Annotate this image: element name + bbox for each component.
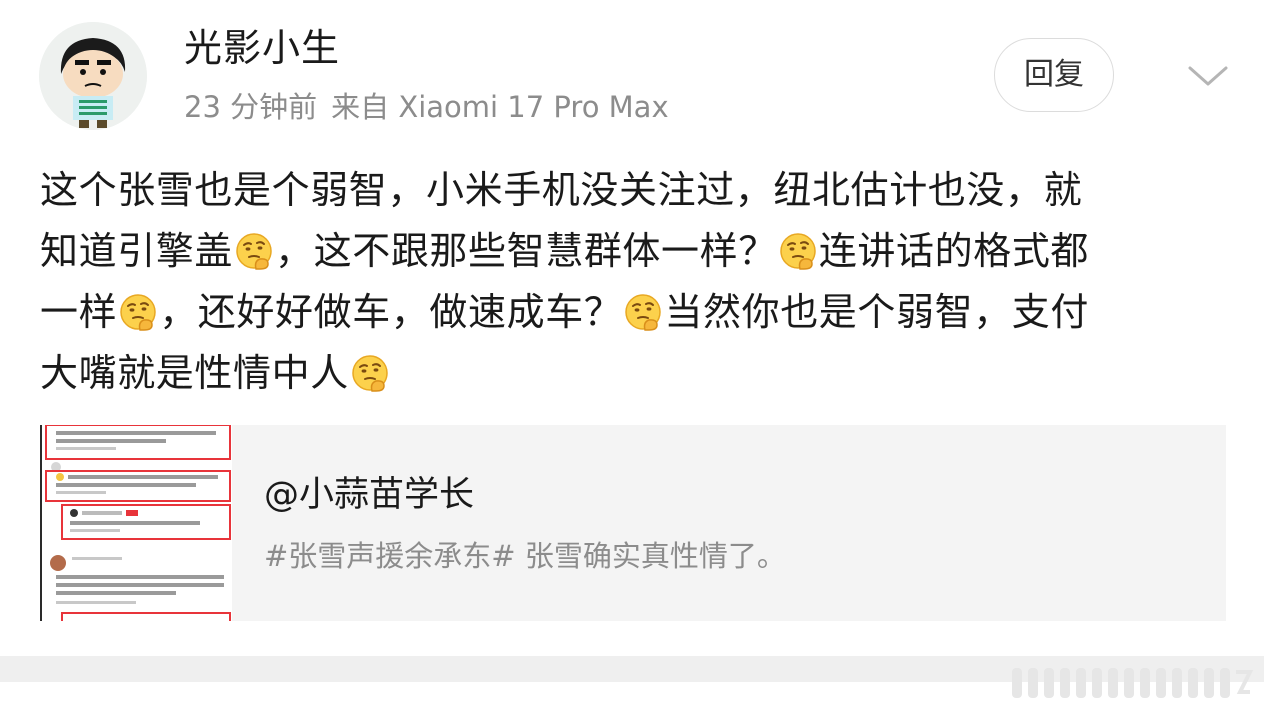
thinking-face-emoji-icon [623,292,663,332]
avatar[interactable] [39,22,147,130]
post-text: 这个张雪也是个弱智，小米手机没关注过，纽北估计也没，就 知道引擎盖 ，这不跟那些智… [40,160,1230,404]
repost-card[interactable]: @小蒜苗学长 #张雪声援余承东# 张雪确实真性情了。 [40,425,1226,621]
chevron-down-icon[interactable] [1186,56,1230,96]
thinking-face-emoji-icon [118,292,158,332]
repost-text[interactable]: #张雪声援余承东# 张雪确实真性情了。 [264,537,786,575]
repost-author[interactable]: @小蒜苗学长 [264,473,474,517]
thinking-face-emoji-icon [778,231,818,271]
post-meta: 23 分钟前 来自 Xiaomi 17 Pro Max [184,88,669,126]
post-text-line: 大嘴就是性情中人 [40,343,1230,404]
reply-button[interactable]: 回复 [994,38,1114,112]
thinking-face-emoji-icon [234,231,274,271]
post-text-line: 知道引擎盖 ，这不跟那些智慧群体一样？ 连讲话的格式都 [40,229,1090,273]
watermark-logo [1004,662,1254,704]
post-text-line: 一样 ，还好好做车，做速成车？ 当然你也是个弱智，支付 [40,290,1090,334]
post-text-line: 这个张雪也是个弱智，小米手机没关注过，纽北估计也没，就 [40,168,1083,212]
repost-thumbnail[interactable] [40,425,232,621]
post-source: 来自 Xiaomi 17 Pro Max [331,90,669,124]
post-time: 23 分钟前 [184,90,318,124]
thinking-face-emoji-icon [350,353,390,393]
user-name[interactable]: 光影小生 [184,24,340,72]
